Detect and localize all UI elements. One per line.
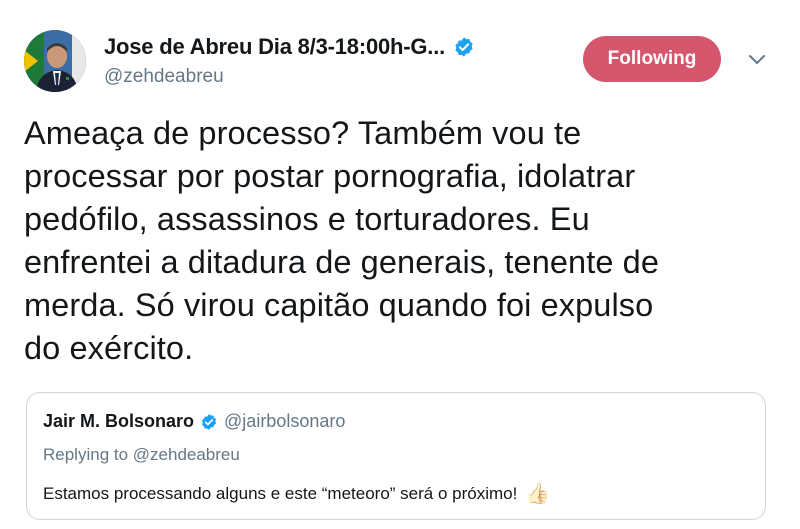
quoted-tweet-text: Estamos processando alguns e este “meteo…	[43, 484, 550, 504]
author-handle[interactable]: @zehdeabreu	[104, 66, 475, 88]
quoted-author-handle[interactable]: @jairbolsonaro	[224, 411, 345, 432]
tweet-line: processar por postar pornografia, idolat…	[24, 158, 636, 194]
verified-badge-icon	[201, 413, 217, 430]
tweet-text: Ameaça de processo? Também vou te proces…	[24, 112, 764, 370]
replying-to: Replying to @zehdeabreu	[43, 445, 240, 464]
tweet-line: merda. Só virou capitão quando foi expul…	[24, 287, 654, 323]
chevron-down-icon[interactable]	[748, 52, 766, 66]
quoted-text: Estamos processando alguns e este “meteo…	[43, 484, 518, 503]
tweet-line: enfrentei a ditadura de generais, tenent…	[24, 244, 660, 280]
quoted-tweet-card[interactable]: Jair M. Bolsonaro @jairbolsonaro Replyin…	[26, 392, 766, 520]
avatar-photo-icon	[24, 30, 86, 92]
tweet-header: Jose de Abreu Dia 8/3-18:00h-G... @zehde…	[24, 30, 776, 92]
tweet-line: pedófilo, assassinos e torturadores. Eu	[24, 201, 590, 237]
quoted-author-name[interactable]: Jair M. Bolsonaro	[43, 411, 194, 432]
avatar[interactable]	[24, 30, 86, 92]
following-button[interactable]: Following	[583, 36, 721, 82]
tweet-line: do exército.	[24, 330, 194, 366]
author-display-name[interactable]: Jose de Abreu Dia 8/3-18:00h-G...	[104, 34, 445, 60]
tweet-line: Ameaça de processo? Também vou te	[24, 115, 582, 151]
verified-badge-icon	[455, 37, 473, 57]
thumbs-up-icon: 👍🏻	[525, 483, 551, 505]
